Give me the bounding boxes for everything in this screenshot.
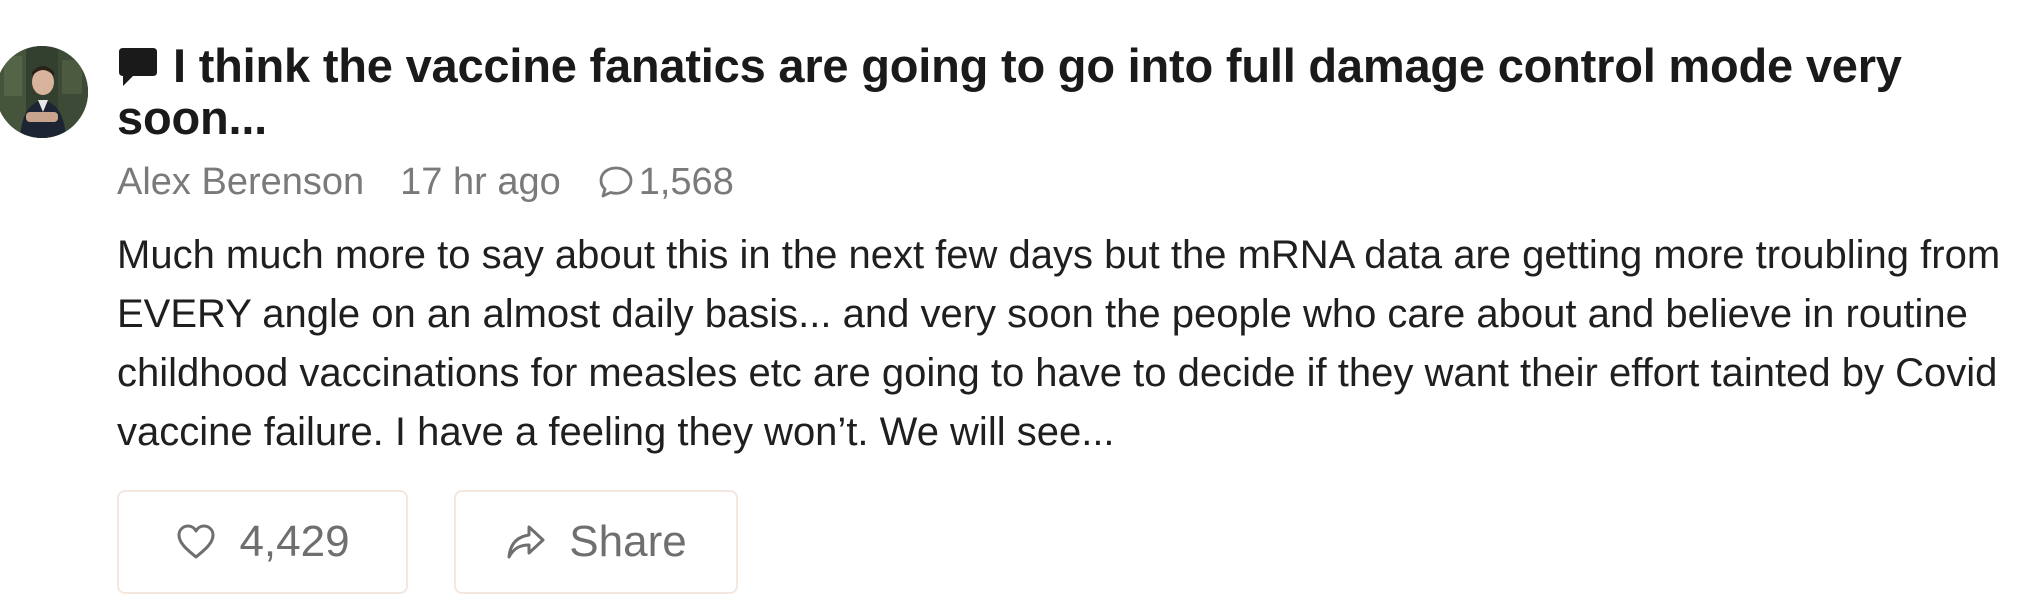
like-count: 4,429 — [239, 517, 350, 566]
comments-link[interactable]: 1,568 — [597, 158, 734, 206]
heart-icon — [177, 524, 215, 559]
avatar[interactable] — [0, 46, 88, 138]
post-card: I think the vaccine fanatics are going t… — [0, 0, 2032, 607]
post-actions: 4,429 Share — [117, 490, 738, 594]
post-timestamp: 17 hr ago — [400, 161, 561, 203]
share-button[interactable]: Share — [454, 490, 738, 594]
like-button[interactable]: 4,429 — [117, 490, 408, 594]
post-title[interactable]: I think the vaccine fanatics are going t… — [117, 40, 2017, 144]
author-link[interactable]: Alex Berenson — [117, 158, 364, 206]
post-meta: Alex Berenson 17 hr ago 1,568 — [117, 158, 2017, 206]
comment-icon — [599, 166, 633, 198]
comment-count: 1,568 — [638, 161, 734, 203]
chat-bubble-icon — [119, 48, 157, 86]
post-body: Much much more to say about this in the … — [117, 233, 2001, 454]
post-title-text: I think the vaccine fanatics are going t… — [117, 39, 1902, 144]
avatar-image — [0, 46, 88, 138]
share-label: Share — [569, 517, 687, 566]
post-content: I think the vaccine fanatics are going t… — [117, 40, 2017, 462]
share-arrow-icon — [507, 525, 545, 559]
